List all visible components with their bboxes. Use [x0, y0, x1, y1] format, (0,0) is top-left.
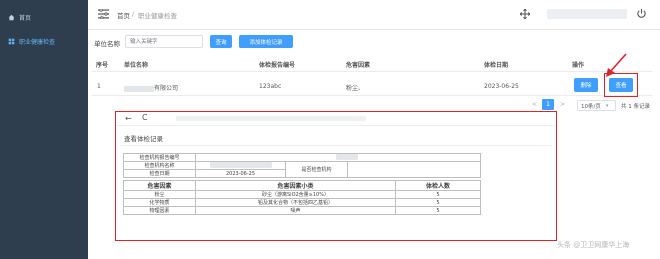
table-divider [92, 71, 652, 72]
pagination-prev[interactable]: < [532, 101, 537, 108]
popup-divider [120, 145, 552, 146]
sidebar-item-home[interactable]: 首页 [0, 10, 88, 24]
sidebar: 首页 职业健康检查 [0, 0, 88, 259]
hazard-subtype: 噪声 [195, 206, 396, 215]
column-header-index: 序号 [96, 62, 109, 69]
chevron-down-icon: ▾ [605, 102, 609, 109]
table-divider [92, 95, 652, 96]
column-header-date: 体检日期 [484, 62, 509, 69]
total-count: 共 1 条记录 [621, 104, 650, 110]
pagination-page-1[interactable]: 1 [542, 99, 554, 110]
report-no-label: 检查机构报告编号 [123, 153, 196, 162]
breadcrumb-current: 职业健康检查 [138, 12, 177, 20]
page-size-select[interactable]: 10条/页 ▾ [577, 100, 616, 111]
hazard-table: 危害因素 危害因素小类 体检人数 粉尘 砂尘（游离SiO2含量≥10%） 5 化… [123, 180, 481, 215]
report-no-value [195, 153, 481, 162]
watermark: 头条 @卫卫网康华上海 [557, 241, 630, 249]
column-header-report-no: 体检报告编号 [259, 62, 296, 69]
url-redacted [176, 116, 366, 121]
pagination-next[interactable]: > [560, 101, 565, 108]
cell-company-text: 有限公司 [154, 85, 179, 92]
cell-date: 2023-06-25 [484, 83, 519, 90]
redacted-text [124, 85, 154, 92]
check-date-value: 2023-06-25 [195, 169, 286, 178]
view-record-window: ← C 查看体检记录 检查机构报告编号 检查机构名称 是否检查机构 检查日期 2… [115, 111, 557, 241]
institution-label: 检查机构名称 [123, 161, 196, 170]
sidebar-item-health-check[interactable]: 职业健康检查 [0, 34, 88, 48]
power-icon[interactable] [636, 8, 647, 19]
remark-label: 是否检查机构 [285, 161, 348, 178]
hazard-subtype: 铅及其化合物（不包括四乙基铅） [195, 198, 396, 207]
back-arrow-icon[interactable]: ← [125, 114, 132, 123]
popup-title: 查看体检记录 [124, 135, 163, 143]
reload-icon[interactable]: C [142, 113, 148, 122]
hazard-header-factor: 危害因素 [123, 180, 196, 191]
home-icon [8, 14, 15, 20]
table-row: 粉尘 砂尘（游离SiO2含量≥10%） 5 [123, 190, 481, 199]
delete-button[interactable]: 删除 [574, 78, 598, 92]
company-name-input[interactable] [125, 35, 203, 48]
record-info-table: 检查机构报告编号 检查机构名称 是否检查机构 检查日期 2023-06-25 [123, 153, 481, 178]
fullscreen-icon[interactable] [520, 9, 530, 19]
hazard-header-count: 体检人数 [395, 180, 481, 191]
hazard-count: 5 [395, 198, 481, 207]
cell-hazard: 粉尘、 [346, 85, 365, 92]
breadcrumb-separator: / [132, 10, 135, 18]
top-header: 首页 / 职业健康检查 [88, 0, 660, 30]
app-root: 首页 职业健康检查 首页 / 职业健康检查 单位名称 查询 添加 [0, 0, 660, 259]
check-date-label: 检查日期 [123, 169, 196, 178]
cell-index: 1 [97, 83, 101, 90]
institution-value [195, 161, 286, 170]
column-header-actions: 操作 [572, 62, 585, 69]
user-info-redacted[interactable] [547, 9, 627, 19]
add-record-button[interactable]: 添加体检记录 [239, 35, 293, 48]
breadcrumb-home[interactable]: 首页 [117, 10, 130, 20]
cell-company: 有限公司 [124, 83, 178, 92]
hazard-count: 5 [395, 206, 481, 215]
hazard-subtype: 砂尘（游离SiO2含量≥10%） [195, 190, 396, 199]
remark-value [347, 161, 481, 178]
query-button[interactable]: 查询 [210, 35, 232, 48]
popup-toolbar: ← C [116, 112, 555, 126]
page-size-value: 10条/页 [581, 103, 601, 110]
hazard-count: 5 [395, 190, 481, 199]
hazard-factor: 化学物质 [123, 198, 196, 207]
column-header-company: 单位名称 [124, 62, 149, 69]
sidebar-item-label: 职业健康检查 [19, 38, 56, 46]
grid-icon [8, 38, 15, 44]
sidebar-item-label: 首页 [19, 14, 32, 22]
annotation-arrow-icon [606, 53, 627, 77]
hazard-header-subtype: 危害因素小类 [195, 180, 396, 191]
redacted-text [209, 162, 272, 169]
menu-toggle-icon[interactable] [98, 9, 109, 19]
column-header-hazard: 危害因素 [346, 62, 371, 69]
redacted-text [336, 154, 358, 161]
cell-report-no: 123abc [259, 83, 282, 90]
hazard-factor: 粉尘 [123, 190, 196, 199]
hazard-factor: 物理因素 [123, 206, 196, 215]
company-name-label: 单位名称 [94, 40, 120, 48]
table-row: 物理因素 噪声 5 [123, 206, 481, 215]
table-row: 化学物质 铅及其化合物（不包括四乙基铅） 5 [123, 198, 481, 207]
